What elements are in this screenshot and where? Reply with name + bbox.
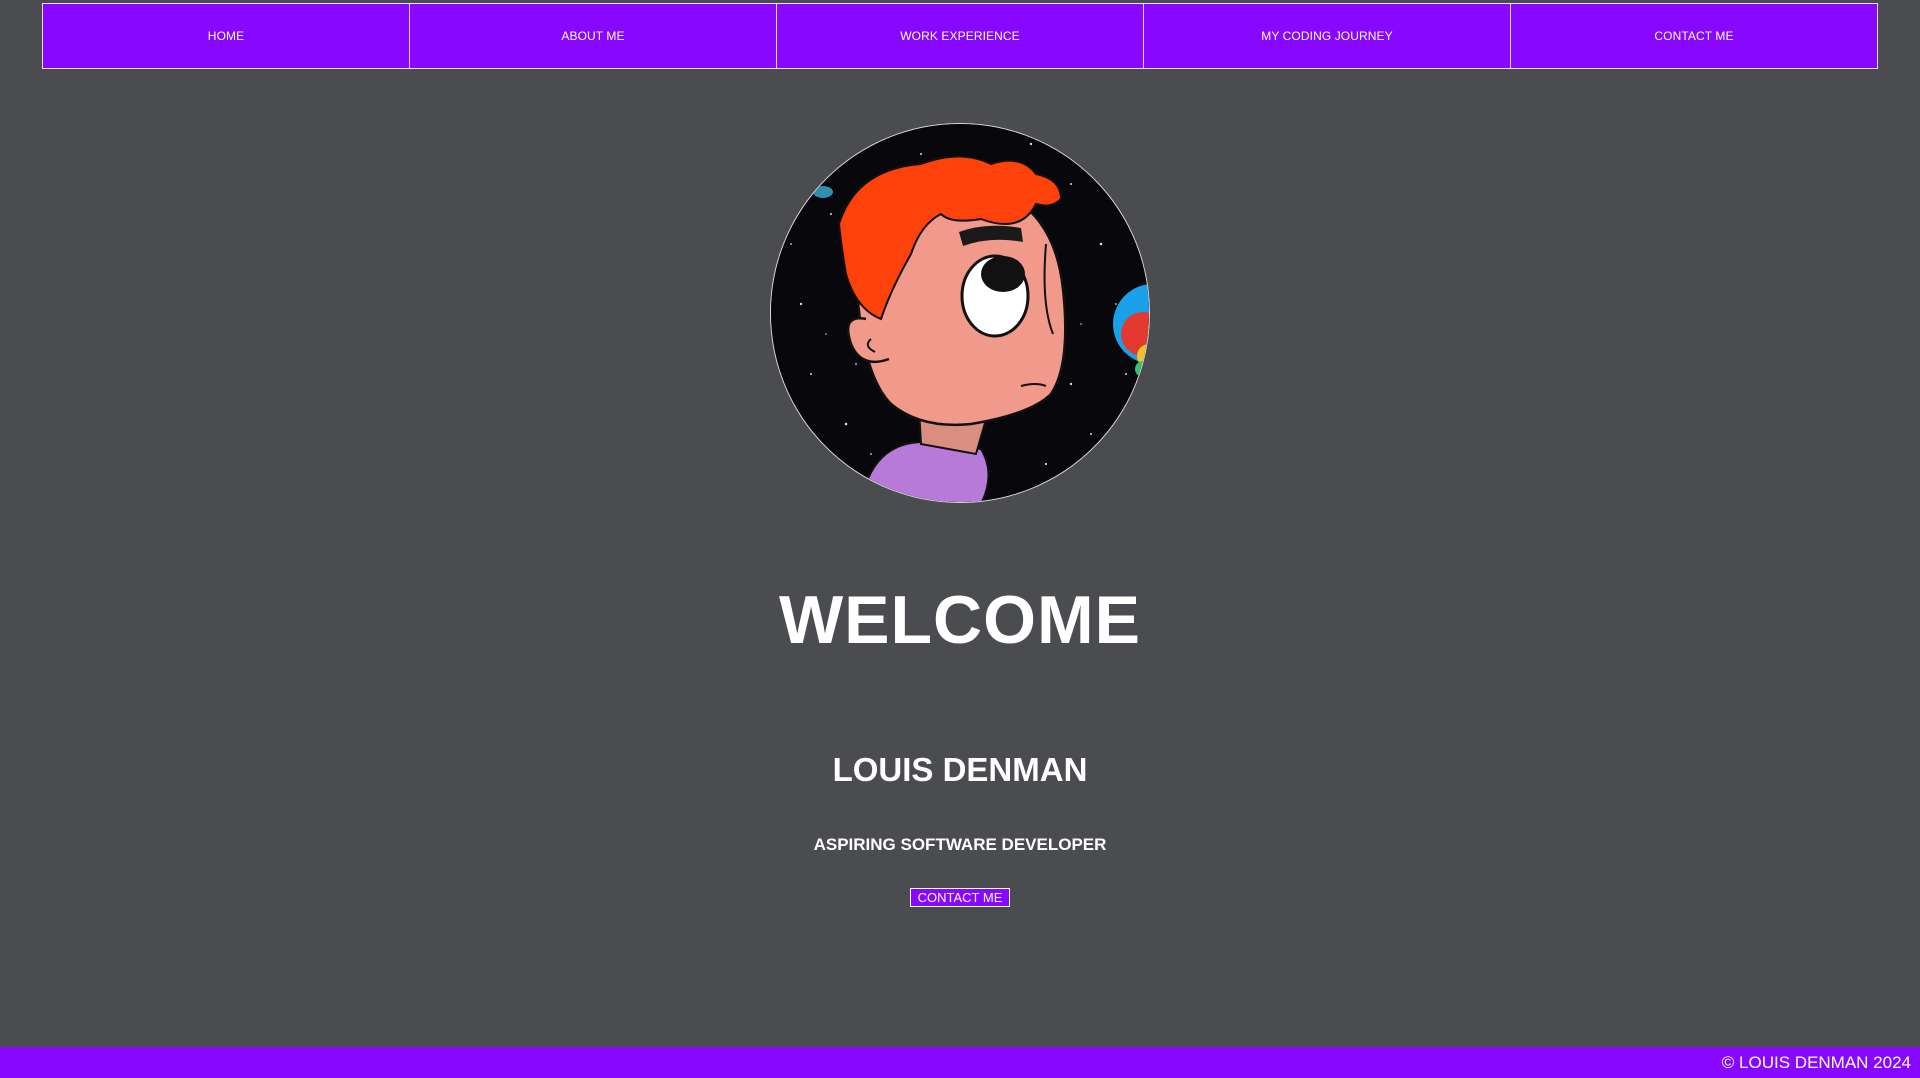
contact-me-button[interactable]: CONTACT ME — [910, 888, 1010, 907]
cartoon-avatar-illustration — [771, 124, 1149, 502]
role-subtitle: ASPIRING SOFTWARE DEVELOPER — [813, 835, 1107, 854]
page: HOME ABOUT ME WORK EXPERIENCE MY CODING … — [0, 0, 1920, 1078]
nav-item-work-experience[interactable]: WORK EXPERIENCE — [777, 3, 1144, 69]
nav-item-contact-me[interactable]: CONTACT ME — [1511, 3, 1878, 69]
page-title: WELCOME — [778, 582, 1142, 658]
nav-item-my-coding-journey[interactable]: MY CODING JOURNEY — [1144, 3, 1511, 69]
owner-name: LOUIS DENMAN — [832, 751, 1088, 788]
nav-item-home[interactable]: HOME — [42, 3, 410, 69]
footer: © LOUIS DENMAN 2024 — [0, 1047, 1920, 1078]
copyright-text: © LOUIS DENMAN 2024 — [1721, 1053, 1911, 1072]
nav-item-about-me[interactable]: ABOUT ME — [410, 3, 777, 69]
avatar — [770, 123, 1150, 503]
main-navigation: HOME ABOUT ME WORK EXPERIENCE MY CODING … — [42, 3, 1878, 69]
